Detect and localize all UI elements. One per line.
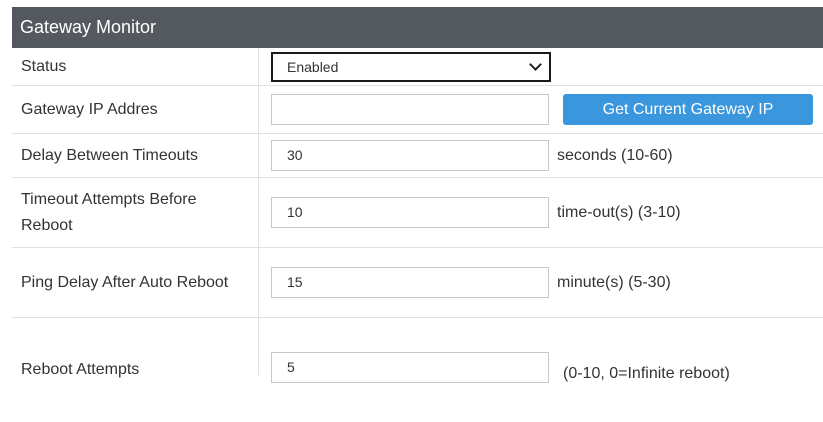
ping-delay-label: Ping Delay After Auto Reboot	[12, 248, 259, 317]
reboot-attempts-row: Reboot Attempts 5 (0-10, 0=Infinite rebo…	[12, 318, 823, 383]
gateway-ip-label-text: Gateway IP Addres	[21, 100, 158, 118]
reboot-attempts-value-cell: 5 (0-10, 0=Infinite reboot)	[259, 318, 823, 383]
ping-delay-value-cell: 15 minute(s) (5-30)	[259, 248, 823, 317]
ping-delay-input[interactable]: 15	[271, 267, 549, 298]
gateway-ip-value-cell: Get Current Gateway IP	[259, 86, 823, 133]
delay-between-timeouts-unit: seconds (10-60)	[557, 146, 673, 164]
gateway-ip-label: Gateway IP Addres	[12, 86, 259, 133]
status-select-value: Enabled	[287, 58, 339, 75]
gateway-ip-row: Gateway IP Addres Get Current Gateway IP	[12, 86, 823, 134]
delay-between-timeouts-label-text: Delay Between Timeouts	[21, 146, 198, 164]
timeout-attempts-value-cell: 10 time-out(s) (3-10)	[259, 178, 823, 247]
gateway-ip-input[interactable]	[271, 94, 549, 125]
status-select[interactable]: Enabled	[271, 51, 551, 82]
delay-between-timeouts-value-cell: 30 seconds (10-60)	[259, 134, 823, 177]
status-value-cell: Enabled	[259, 48, 823, 85]
status-label: Status	[12, 48, 259, 85]
reboot-attempts-input[interactable]: 5	[271, 352, 549, 383]
delay-between-timeouts-input[interactable]: 30	[271, 140, 549, 171]
timeout-attempts-input[interactable]: 10	[271, 197, 549, 228]
timeout-attempts-label: Timeout Attempts Before Reboot	[12, 178, 259, 247]
delay-between-timeouts-label: Delay Between Timeouts	[12, 134, 259, 177]
timeout-attempts-label-text: Timeout Attempts Before Reboot	[21, 190, 197, 234]
timeout-attempts-unit: time-out(s) (3-10)	[557, 203, 681, 221]
reboot-attempts-label: Reboot Attempts	[12, 318, 259, 378]
status-label-text: Status	[21, 57, 67, 75]
ping-delay-unit: minute(s) (5-30)	[557, 273, 671, 291]
panel-title: Gateway Monitor	[12, 7, 823, 48]
reboot-attempts-unit: (0-10, 0=Infinite reboot)	[563, 365, 730, 382]
gateway-monitor-panel: Gateway Monitor Status Enabled Gateway I…	[12, 7, 823, 422]
timeout-attempts-row: Timeout Attempts Before Reboot 10 time-o…	[12, 178, 823, 248]
reboot-attempts-label-text: Reboot Attempts	[21, 361, 140, 378]
ping-delay-row: Ping Delay After Auto Reboot 15 minute(s…	[12, 248, 823, 318]
status-row: Status Enabled	[12, 48, 823, 86]
ping-delay-label-text: Ping Delay After Auto Reboot	[21, 273, 229, 291]
get-current-gateway-ip-button[interactable]: Get Current Gateway IP	[563, 94, 813, 125]
chevron-down-icon	[529, 57, 542, 71]
delay-between-timeouts-row: Delay Between Timeouts 30 seconds (10-60…	[12, 134, 823, 178]
